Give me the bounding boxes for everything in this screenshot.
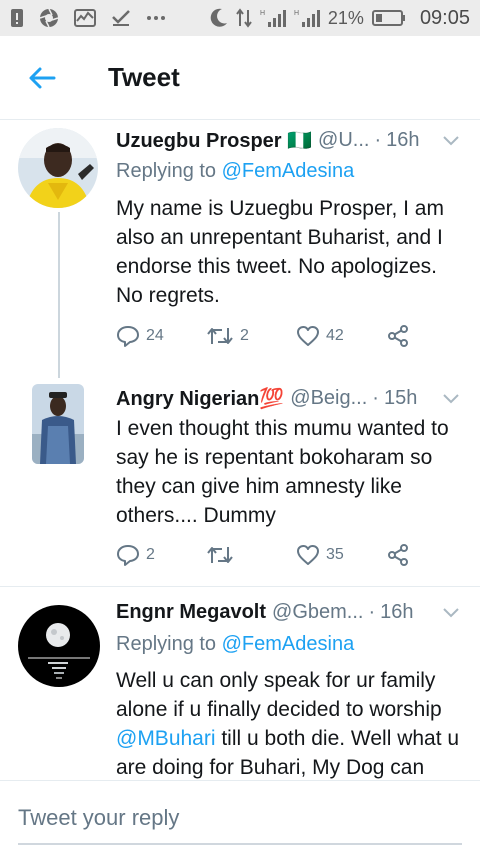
replying-to-label: Replying to <box>116 160 217 182</box>
tweet-text: My name is Uzuegbu Prosper, I am also an… <box>116 197 444 307</box>
tweet-item[interactable]: Uzuegbu Prosper 🇳🇬 @U... · 16h Replying … <box>0 120 480 378</box>
heart-icon <box>297 326 319 346</box>
display-name[interactable]: Angry Nigerian💯 <box>116 386 284 411</box>
share-icon <box>388 325 408 347</box>
svg-text:H: H <box>260 10 265 17</box>
more-dots-icon <box>146 15 166 21</box>
reply-icon <box>117 545 139 566</box>
chevron-down-icon[interactable] <box>442 390 460 408</box>
pulse-icon <box>74 9 96 27</box>
timestamp[interactable]: 16h <box>380 601 413 624</box>
reply-button[interactable]: 24 <box>116 325 206 347</box>
tweet-item[interactable]: Angry Nigerian💯 @Beig... · 15h I even th… <box>0 378 480 586</box>
tweet-actions: 24 2 42 <box>116 321 416 351</box>
share-button[interactable] <box>386 543 410 567</box>
timestamp[interactable]: 15h <box>384 387 417 410</box>
separator-dot: · <box>372 387 379 409</box>
thread-line <box>58 212 60 378</box>
battery-icon <box>371 9 406 27</box>
tweet-header: Angry Nigerian💯 @Beig... · 15h <box>116 386 460 411</box>
page-title: Tweet <box>108 62 180 92</box>
user-handle[interactable]: @Gbem... <box>272 601 363 624</box>
like-button[interactable]: 35 <box>296 544 386 566</box>
separator-dot: · <box>374 129 382 151</box>
replying-to: Replying to @FemAdesina <box>116 160 354 183</box>
retweet-icon <box>207 547 233 563</box>
input-underline <box>18 843 462 845</box>
aperture-icon <box>39 8 59 28</box>
chevron-down-icon[interactable] <box>442 604 460 622</box>
heart-icon <box>297 545 319 565</box>
retweet-button[interactable] <box>206 545 296 565</box>
separator-dot: · <box>368 601 376 623</box>
clock-time: 09:05 <box>419 6 470 29</box>
tweet-item[interactable]: Engnr Megavolt @Gbem... · 16h Replying t… <box>0 587 480 780</box>
retweet-count: 2 <box>240 327 249 344</box>
signal-1-icon: H <box>260 8 286 28</box>
signal-2-icon: H <box>294 8 320 28</box>
like-count: 35 <box>326 546 344 563</box>
timestamp[interactable]: 16h <box>386 129 419 152</box>
mention-link[interactable]: @MBuhari <box>116 727 216 750</box>
retweet-button[interactable]: 2 <box>206 326 296 346</box>
arrow-left-icon <box>29 67 56 88</box>
replying-to: Replying to @FemAdesina <box>116 633 354 656</box>
reply-button[interactable]: 2 <box>116 544 206 566</box>
replying-to-link[interactable]: @FemAdesina <box>222 633 355 655</box>
display-name[interactable]: Engnr Megavolt <box>116 601 266 624</box>
avatar[interactable] <box>32 384 84 464</box>
tweet-actions: 2 35 <box>116 540 416 570</box>
chevron-down-icon[interactable] <box>442 132 460 150</box>
tweet-header: Uzuegbu Prosper 🇳🇬 @U... · 16h <box>116 128 460 153</box>
avatar[interactable] <box>18 128 98 208</box>
sim-alert-icon <box>10 8 24 28</box>
share-button[interactable] <box>386 324 410 348</box>
reply-count: 24 <box>146 327 164 344</box>
reply-count: 2 <box>146 546 155 563</box>
like-button[interactable]: 42 <box>296 325 386 347</box>
reply-input[interactable] <box>18 805 462 831</box>
battery-percent: 21% <box>327 7 364 28</box>
svg-text:H: H <box>294 10 299 17</box>
user-handle[interactable]: @Beig... <box>290 387 367 410</box>
back-button[interactable] <box>22 58 62 98</box>
user-handle[interactable]: @U... <box>318 129 369 152</box>
reply-composer <box>0 780 480 854</box>
like-count: 42 <box>326 327 344 344</box>
moon-icon <box>210 8 228 28</box>
top-app-bar: Tweet <box>0 36 480 120</box>
tweet-text-part: Well u can only speak for ur family alon… <box>116 669 442 721</box>
reply-icon <box>117 326 139 347</box>
data-arrows-icon <box>236 8 252 28</box>
display-name[interactable]: Uzuegbu Prosper 🇳🇬 <box>116 128 312 153</box>
tweet-header: Engnr Megavolt @Gbem... · 16h <box>116 601 460 624</box>
tweet-text: I even thought this mumu wanted to say h… <box>116 417 449 527</box>
share-icon <box>388 544 408 566</box>
tweet-text: Well u can only speak for ur family alon… <box>116 666 468 780</box>
replying-to-label: Replying to <box>116 633 217 655</box>
check-icon <box>111 9 131 27</box>
avatar[interactable] <box>18 605 100 687</box>
status-bar: H H 21% 09:05 <box>0 0 480 36</box>
replying-to-link[interactable]: @FemAdesina <box>222 160 355 182</box>
retweet-icon <box>207 328 233 344</box>
